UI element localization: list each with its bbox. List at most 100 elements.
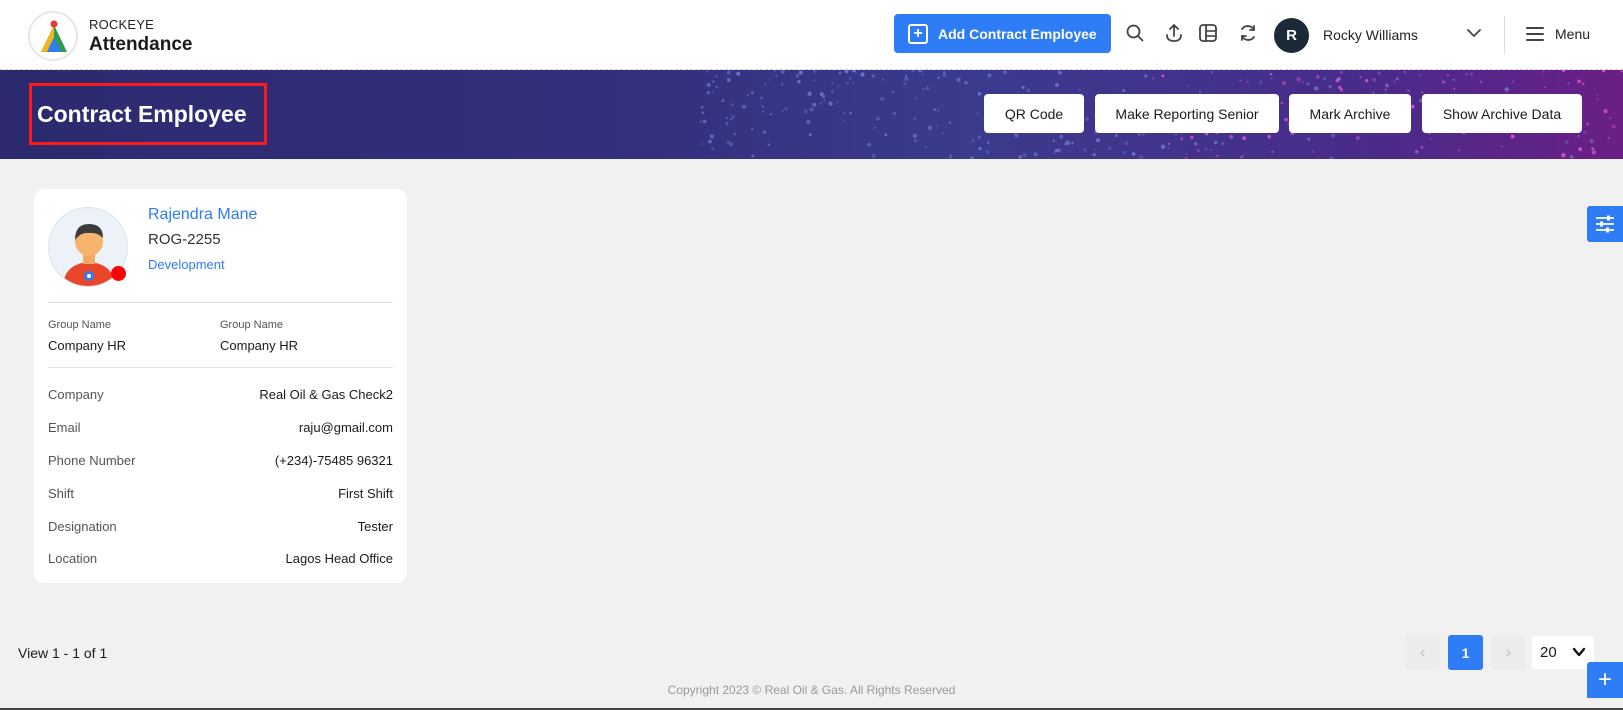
sliders-icon: [1596, 215, 1614, 233]
banner-dot: [880, 96, 885, 102]
upload-icon[interactable]: [1163, 22, 1185, 44]
banner-dot: [1567, 82, 1570, 85]
banner-dot: [725, 121, 729, 125]
banner-dot: [798, 70, 803, 75]
banner-dot: [700, 106, 704, 109]
banner-dot: [838, 71, 842, 75]
banner-dot: [836, 84, 839, 87]
banner-dot: [849, 111, 852, 115]
banner-dot: [1094, 148, 1096, 151]
banner-dot: [1469, 72, 1474, 77]
banner-dot: [1199, 91, 1202, 94]
banner-dot: [1311, 150, 1314, 153]
banner-dot: [873, 126, 876, 129]
banner-dot: [812, 70, 817, 74]
banner-dot: [726, 140, 730, 144]
banner-dot: [942, 73, 947, 77]
employee-card: Rajendra Mane ROG-2255 Development Group…: [34, 189, 407, 583]
banner-dot: [964, 81, 968, 85]
banner-dot: [977, 135, 981, 139]
filter-toggle-button[interactable]: [1587, 206, 1623, 242]
banner-dot: [1210, 70, 1214, 74]
banner-dot: [1607, 136, 1610, 139]
banner-dot: [1096, 138, 1100, 143]
banner-dot: [867, 142, 871, 147]
banner-dot: [843, 119, 846, 122]
banner-dot: [1443, 81, 1446, 84]
banner-dot: [911, 70, 915, 73]
brand-company: ROCKEYE: [89, 17, 154, 32]
banner-dot: [1209, 149, 1212, 152]
plus-icon: +: [908, 23, 928, 44]
banner-dot: [1271, 150, 1274, 153]
banner-dot: [936, 124, 938, 126]
banner-dot: [914, 138, 918, 143]
add-contract-employee-button[interactable]: + Add Contract Employee: [894, 14, 1111, 53]
pagination-next-button[interactable]: ›: [1491, 635, 1526, 670]
banner-dot: [751, 154, 755, 158]
user-avatar[interactable]: R: [1274, 18, 1309, 53]
banner-dot: [943, 71, 946, 74]
app-logo[interactable]: [28, 11, 78, 61]
banner-dot: [706, 90, 711, 95]
per-page-select[interactable]: 20: [1532, 636, 1594, 669]
banner-dot: [701, 111, 705, 115]
banner-dot: [1335, 78, 1340, 83]
banner-dot: [1429, 137, 1432, 141]
user-name[interactable]: Rocky Williams: [1323, 27, 1418, 43]
banner-dot: [700, 143, 703, 146]
chevron-down-icon[interactable]: [1466, 25, 1482, 41]
company-value: Real Oil & Gas Check2: [259, 387, 393, 402]
banner-dot: [1314, 86, 1319, 91]
banner-dot: [1393, 80, 1396, 83]
banner-dot: [949, 154, 953, 157]
banner-dot: [1339, 88, 1344, 92]
refresh-icon[interactable]: [1237, 22, 1259, 44]
banner-dot: [948, 121, 952, 124]
banner-dot: [1058, 70, 1062, 75]
banner-dot: [1377, 71, 1381, 75]
banner-dot: [1057, 148, 1061, 152]
banner-dot: [764, 83, 767, 86]
banner-dot: [1609, 117, 1612, 120]
banner-dot: [795, 73, 800, 78]
banner-dot: [804, 108, 807, 111]
banner-dot: [769, 113, 772, 116]
banner-dot: [1620, 70, 1623, 73]
banner-dot: [1322, 76, 1327, 81]
pagination-page-1[interactable]: 1: [1448, 635, 1483, 670]
banner-dot: [1589, 139, 1594, 144]
employee-name-link[interactable]: Rajendra Mane: [148, 206, 257, 224]
pagination-prev-button[interactable]: ‹: [1405, 635, 1440, 670]
search-icon[interactable]: [1124, 22, 1146, 44]
banner-dot: [797, 79, 801, 84]
group-label: Group Name: [220, 319, 283, 331]
banner-dot: [1022, 153, 1027, 157]
banner-dot: [846, 82, 849, 85]
banner-dot: [728, 141, 734, 147]
view-count: View 1 - 1 of 1: [18, 645, 108, 661]
banner-dot: [1167, 147, 1170, 150]
banner-dot: [699, 120, 702, 123]
qr-code-button[interactable]: QR Code: [984, 94, 1084, 133]
banner-dot: [1578, 147, 1583, 151]
layout-icon[interactable]: [1197, 22, 1219, 44]
banner-dot: [1071, 141, 1074, 145]
banner-dot: [1301, 80, 1304, 84]
make-reporting-senior-button[interactable]: Make Reporting Senior: [1095, 94, 1279, 133]
banner-dot: [775, 75, 778, 78]
menu-button[interactable]: Menu: [1526, 26, 1590, 42]
banner-dot: [706, 83, 711, 87]
banner-dot: [1065, 140, 1070, 146]
designation-label: Designation: [48, 519, 117, 534]
show-archive-data-button[interactable]: Show Archive Data: [1422, 94, 1582, 133]
banner-dot: [831, 81, 835, 85]
banner-dot: [1328, 84, 1333, 89]
banner-dot: [1356, 136, 1360, 140]
banner-dot: [1221, 142, 1225, 146]
banner-dot: [937, 109, 940, 112]
banner-dot: [933, 108, 937, 112]
card-divider: [48, 302, 393, 303]
page-title: Contract Employee: [37, 101, 247, 127]
mark-archive-button[interactable]: Mark Archive: [1289, 94, 1411, 133]
